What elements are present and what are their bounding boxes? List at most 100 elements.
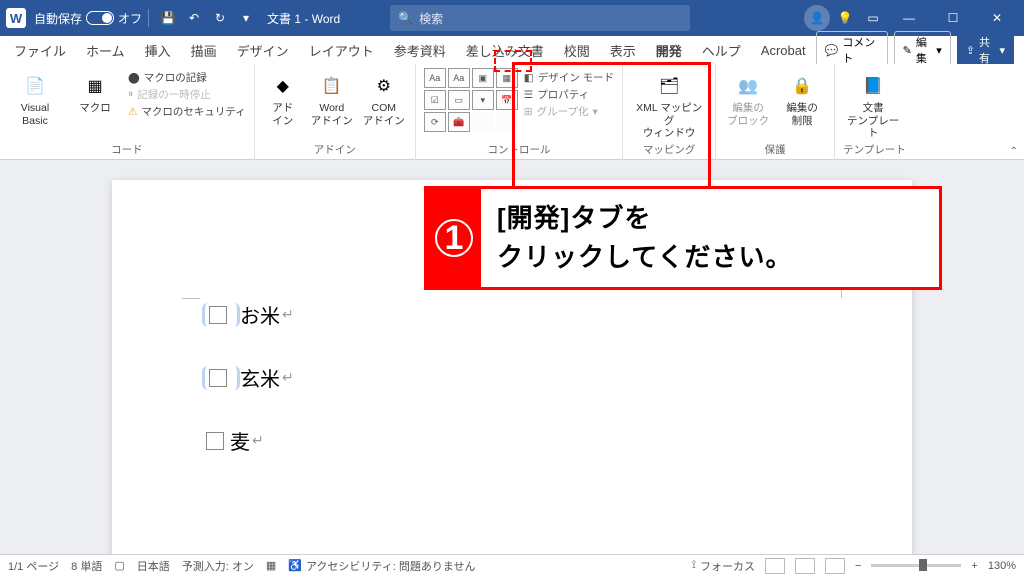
print-layout-icon[interactable]	[795, 558, 815, 574]
ribbon-tabs: ファイル ホーム 挿入 描画 デザイン レイアウト 参考資料 差し込み文書 校閲…	[0, 36, 1024, 64]
page-count[interactable]: 1/1 ページ	[8, 558, 59, 574]
ribbon-display-icon[interactable]: ▭	[860, 4, 886, 32]
save-icon[interactable]: 💾	[155, 4, 181, 32]
zoom-in-icon[interactable]: +	[971, 560, 977, 572]
rich-text-control-button[interactable]: Aa	[424, 68, 446, 88]
restrict-editing-button[interactable]: 🔒 編集の 制限	[778, 68, 826, 127]
qat-dropdown-icon[interactable]: ▾	[233, 4, 259, 32]
warning-icon: ⚠	[128, 106, 137, 118]
combobox-control-button[interactable]: ▭	[448, 90, 470, 110]
text-wheat: 麦	[230, 426, 250, 455]
language[interactable]: 日本語	[137, 558, 170, 574]
paragraph-mark-icon: ↵	[252, 432, 264, 449]
visual-basic-button[interactable]: 📄 Visual Basic	[8, 68, 62, 127]
chevron-down-icon: ▾	[592, 106, 597, 118]
document-template-button[interactable]: 📘 文書 テンプレート	[843, 68, 903, 140]
tab-review[interactable]: 校閲	[554, 37, 600, 64]
macro-status-icon[interactable]: ▦	[266, 559, 276, 572]
zoom-slider[interactable]	[871, 564, 961, 567]
dropdown-control-button[interactable]: ▾	[472, 90, 494, 110]
addins-button[interactable]: ◆ アド イン	[263, 68, 303, 127]
template-icon: 📘	[859, 72, 887, 100]
zoom-out-icon[interactable]: −	[855, 560, 861, 572]
chevron-down-icon: ▾	[999, 44, 1005, 57]
autosave-toggle[interactable]: 自動保存 オフ	[34, 10, 142, 27]
tab-draw[interactable]: 描画	[181, 37, 227, 64]
checkbox-content-control[interactable]	[202, 303, 240, 327]
tab-mailings[interactable]: 差し込み文書	[456, 37, 554, 64]
macros-button[interactable]: ▦ マクロ	[68, 68, 122, 115]
macro-icon: ▦	[81, 72, 109, 100]
comment-icon: 💬	[825, 44, 839, 57]
text-rice: お米	[240, 300, 280, 329]
zoom-level[interactable]: 130%	[988, 560, 1016, 572]
callout-connector	[512, 62, 515, 190]
ribbon-group-controls: Aa Aa ▣ ▦ ☑ ▭ ▾ 📅 ⟳ 🧰 ◧デザイン モード ☰プロパティ ⊞…	[416, 64, 623, 160]
focus-mode-button[interactable]: ⟟フォーカス	[692, 558, 755, 574]
group-icon: ⊞	[524, 106, 533, 118]
accessibility-icon: ♿	[288, 559, 302, 572]
ribbon-group-mapping: 🗂 XML マッピング ウィンドウ マッピング	[623, 64, 716, 160]
tab-acrobat[interactable]: Acrobat	[751, 39, 816, 62]
user-avatar-icon[interactable]: 👤	[804, 5, 830, 31]
tab-home[interactable]: ホーム	[76, 37, 135, 64]
properties-button[interactable]: ☰プロパティ	[524, 87, 614, 102]
undo-icon[interactable]: ↶	[181, 4, 207, 32]
properties-icon: ☰	[524, 89, 533, 101]
word-count[interactable]: 8 単語	[71, 558, 102, 574]
pause-recording-button: ⏸記録の一時停止	[128, 87, 246, 102]
collapse-ribbon-icon[interactable]: ⌃	[1010, 146, 1018, 157]
chevron-down-icon: ▾	[936, 44, 942, 57]
group-label-mapping: マッピング	[631, 142, 707, 160]
record-macro-button[interactable]: ⬤マクロの記録	[128, 70, 246, 85]
redo-icon[interactable]: ↻	[207, 4, 233, 32]
document-line-3[interactable]: 麦↵	[202, 426, 822, 455]
word-addins-button[interactable]: 📋 Word アドイン	[309, 68, 355, 127]
com-addins-button[interactable]: ⚙ COM アドイン	[361, 68, 407, 127]
group-label-protect: 保護	[724, 142, 826, 160]
ribbon-group-template: 📘 文書 テンプレート テンプレート	[835, 64, 914, 160]
tab-references[interactable]: 参考資料	[384, 37, 456, 64]
block-icon: 👥	[734, 72, 762, 100]
macro-security-button[interactable]: ⚠マクロのセキュリティ	[128, 104, 246, 119]
search-input[interactable]: 🔍 検索	[390, 5, 690, 31]
repeating-section-control-button[interactable]: ⟳	[424, 112, 446, 132]
ribbon-group-addins: ◆ アド イン 📋 Word アドイン ⚙ COM アドイン アドイン	[255, 64, 416, 160]
read-mode-icon[interactable]	[765, 558, 785, 574]
plain-text-control-button[interactable]: Aa	[448, 68, 470, 88]
web-layout-icon[interactable]	[825, 558, 845, 574]
design-mode-icon: ◧	[524, 72, 534, 84]
design-mode-button[interactable]: ◧デザイン モード	[524, 70, 614, 85]
legacy-tools-button[interactable]: 🧰	[448, 112, 470, 132]
tab-insert[interactable]: 挿入	[135, 37, 181, 64]
paragraph-mark-icon: ↵	[282, 369, 294, 386]
tab-file[interactable]: ファイル	[4, 37, 76, 64]
paragraph-mark-icon: ↵	[282, 306, 294, 323]
group-label-code: コード	[8, 142, 246, 160]
pencil-icon: ✎	[903, 44, 912, 57]
tab-layout[interactable]: レイアウト	[299, 37, 384, 64]
accessibility-status[interactable]: ♿アクセシビリティ: 問題ありません	[288, 558, 475, 574]
picture-control-button[interactable]: ▣	[472, 68, 494, 88]
document-line-1[interactable]: お米↵	[202, 300, 822, 329]
tab-help[interactable]: ヘルプ	[692, 37, 751, 64]
group-label-controls: コントロール	[424, 142, 614, 160]
tab-design[interactable]: デザイン	[227, 37, 299, 64]
callout-connector	[512, 62, 710, 65]
lightbulb-icon[interactable]: 💡	[832, 4, 858, 32]
tab-developer[interactable]: 開発	[646, 37, 692, 64]
block-authors-button: 👥 編集の ブロック	[724, 68, 772, 127]
document-line-2[interactable]: 玄米↵	[202, 363, 822, 392]
xml-mapping-button[interactable]: 🗂 XML マッピング ウィンドウ	[631, 68, 707, 140]
pause-icon: ⏸	[128, 88, 133, 101]
toggle-switch-icon[interactable]	[86, 11, 114, 25]
callout-connector	[708, 62, 711, 190]
text-proofing-icon[interactable]: ▢	[114, 559, 124, 572]
share-icon: ⇪	[966, 44, 975, 57]
checkbox-content-control[interactable]	[202, 366, 240, 390]
checkbox-control-button[interactable]: ☑	[424, 90, 446, 110]
group-label-addins: アドイン	[263, 142, 407, 160]
word-addin-icon: 📋	[318, 72, 346, 100]
tab-view[interactable]: 表示	[600, 37, 646, 64]
ime-status[interactable]: 予測入力: オン	[182, 558, 254, 574]
